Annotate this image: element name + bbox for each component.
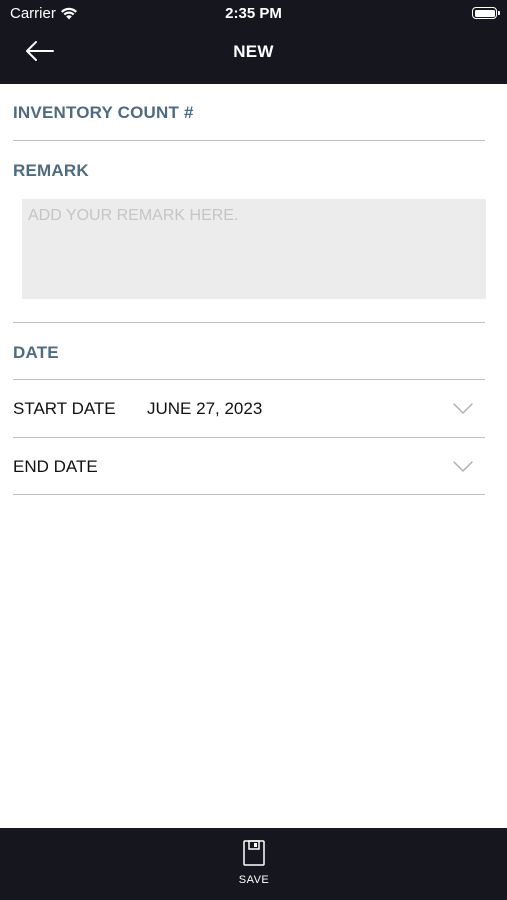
remark-input[interactable]	[22, 199, 486, 299]
divider	[13, 140, 485, 141]
divider	[13, 494, 485, 495]
inventory-count-label: INVENTORY COUNT #	[13, 103, 194, 122]
floppy-disk-icon	[243, 840, 265, 866]
battery-icon	[472, 7, 500, 19]
divider	[13, 322, 485, 323]
save-button[interactable]: SAVE	[224, 840, 284, 892]
remark-label: REMARK	[13, 161, 89, 180]
chevron-down-icon	[453, 403, 473, 414]
header: Carrier 2:35 PM NEW	[0, 0, 507, 84]
start-date-value: JUNE 27, 2023	[147, 399, 263, 418]
date-label: DATE	[13, 343, 59, 362]
chevron-down-icon	[453, 461, 473, 472]
bottom-toolbar: SAVE	[0, 828, 507, 900]
nav-bar: NEW	[0, 28, 507, 84]
start-date-row[interactable]: START DATE JUNE 27, 2023	[13, 380, 485, 437]
status-bar: Carrier 2:35 PM	[0, 0, 507, 28]
end-date-row[interactable]: END DATE	[13, 438, 485, 495]
status-time: 2:35 PM	[225, 5, 282, 22]
page-title: NEW	[233, 42, 274, 61]
save-label: SAVE	[238, 874, 270, 886]
start-date-label: START DATE	[13, 399, 116, 418]
end-date-label: END DATE	[13, 457, 98, 476]
screen: Carrier 2:35 PM NEW INVENTORY COUNT # RE…	[0, 0, 507, 900]
